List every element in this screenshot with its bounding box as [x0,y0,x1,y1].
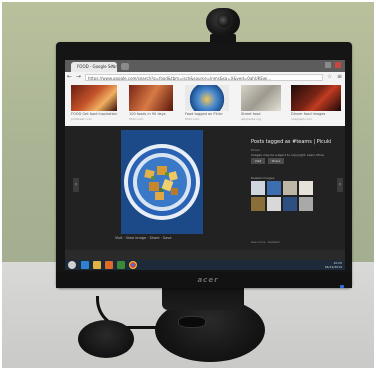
bookmark-star-icon[interactable]: ☆ [327,73,332,81]
monitor-neck [162,288,244,310]
ie-taskbar-icon[interactable] [81,261,89,269]
power-light-icon [340,285,344,288]
tab-close-icon[interactable]: × [111,64,115,68]
related-images-label: Related images [251,176,275,180]
image-title[interactable]: Posts tagged as #teams | Picuki [251,139,331,145]
thumb-caption: Dinner food images [291,112,326,116]
minimize-button[interactable] [325,62,331,68]
result-thumb[interactable] [241,85,281,111]
related-thumb[interactable] [251,197,265,211]
related-thumb[interactable] [283,181,297,195]
thumb-caption: Food tagged on Flickr [185,112,223,116]
photo-scene: acer FOOD · Google Search × ← → ⟳ https:… [0,0,376,370]
more-related-link[interactable]: See more · Related [251,240,280,244]
thumb-source: flickr.com [129,117,144,121]
thumb-source: unsplash.com [291,117,312,121]
stand-cable-hole [178,316,206,328]
thumb-source: pinterest.com [71,117,92,121]
prev-image-button[interactable]: ‹ [73,178,79,192]
url-input[interactable]: https://www.google.com/search?q=food&tbm… [85,74,323,81]
screen: FOOD · Google Search × ← → ⟳ https://www… [65,60,345,270]
thumb-caption: 100 foods in 90 days [129,112,166,116]
next-image-button[interactable]: › [337,178,343,192]
app-taskbar-icon[interactable] [117,261,125,269]
thumb-source: wikipedia.org [241,117,262,121]
related-thumb[interactable] [283,197,297,211]
related-thumb[interactable] [251,181,265,195]
thumb-caption: Street food [241,112,261,116]
tray-clock[interactable]: 10:25 04/12/2019 [297,261,342,269]
result-thumb[interactable] [185,85,229,111]
visit-button[interactable]: Visit [251,158,265,164]
related-thumb[interactable] [299,181,313,195]
main-food-image[interactable] [121,130,203,234]
thumb-source: flickr.com [185,117,200,121]
media-taskbar-icon[interactable] [105,261,113,269]
result-thumb[interactable] [129,85,173,111]
webcam-lens [217,14,230,27]
image-source: Picuki [251,148,260,152]
new-tab-button[interactable] [121,63,129,70]
result-thumb[interactable] [291,85,341,111]
food-bowl-image [121,130,203,234]
copyright-note: Images may be subject to copyright. Lear… [251,153,324,157]
cable-puck [78,320,134,358]
folder-taskbar-icon[interactable] [93,261,101,269]
chrome-taskbar-icon[interactable] [129,261,137,269]
browser-menu-icon[interactable]: ≡ [337,73,342,81]
result-thumb[interactable] [71,85,117,111]
brand-logo: acer [197,276,219,284]
tray-date: 04/12/2019 [324,265,342,269]
close-window-button[interactable] [335,62,341,68]
start-button[interactable] [68,261,76,269]
image-caption: Visit · View image · Share · Save [115,236,172,240]
related-thumb[interactable] [267,181,281,195]
thumb-caption: FOOD Get food inspiration [71,112,118,116]
share-button[interactable]: Share [268,158,284,164]
related-thumb[interactable] [267,197,281,211]
related-thumb[interactable] [299,197,313,211]
